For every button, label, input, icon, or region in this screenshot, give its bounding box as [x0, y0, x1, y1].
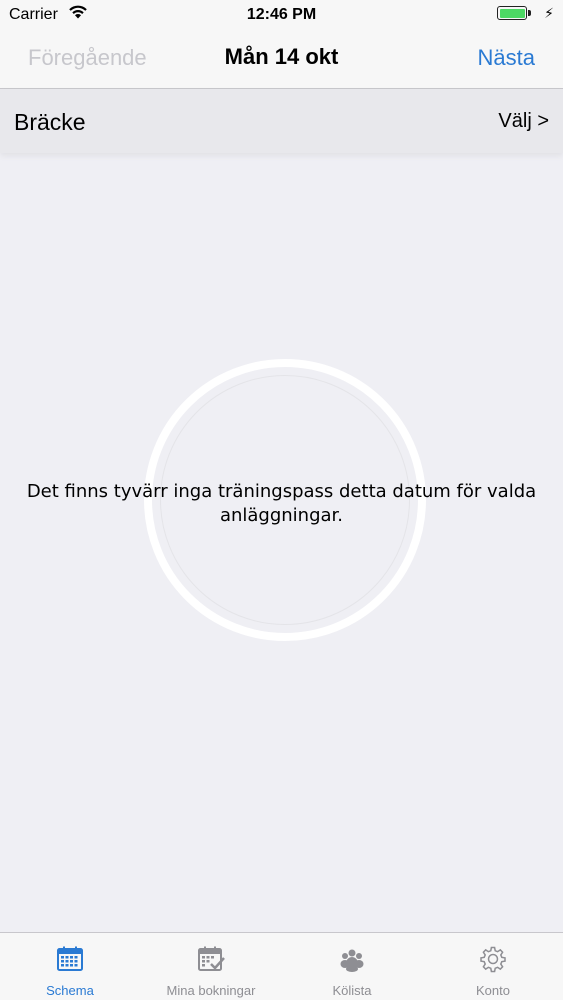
tab-label: Schema: [46, 983, 94, 998]
facility-name: Bräcke: [14, 109, 86, 135]
tab-kolista[interactable]: Kölista: [282, 933, 422, 1000]
tab-schema[interactable]: Schema: [0, 933, 140, 1000]
empty-state-message: Det finns tyvärr inga träningspass detta…: [26, 481, 537, 526]
gear-icon: [479, 945, 507, 973]
tab-label: Mina bokningar: [166, 983, 256, 998]
tab-mina-bokningar[interactable]: Mina bokningar: [141, 933, 281, 1000]
tab-label: Konto: [476, 983, 510, 998]
tab-konto[interactable]: Konto: [423, 933, 563, 1000]
calendar-check-icon: [197, 945, 225, 973]
status-bar: Carrier 12:46 PM ⚡︎: [0, 0, 563, 30]
facility-selector[interactable]: Bräcke Välj >: [0, 89, 563, 153]
tab-bar: Schema Mina bokningar Kölista Konto: [0, 932, 563, 1000]
tab-label: Kölista: [332, 983, 372, 998]
charging-bolt-icon: ⚡︎: [544, 5, 554, 21]
group-icon: [338, 945, 366, 973]
next-day-button[interactable]: Nästa: [478, 45, 535, 71]
choose-facility-button[interactable]: Välj >: [498, 110, 549, 133]
battery-cap: [528, 10, 531, 16]
calendar-icon: [56, 945, 84, 973]
status-time: 12:46 PM: [246, 6, 317, 23]
navigation-bar: Föregående Mån 14 okt Nästa: [0, 30, 563, 89]
battery-icon: [497, 6, 527, 20]
